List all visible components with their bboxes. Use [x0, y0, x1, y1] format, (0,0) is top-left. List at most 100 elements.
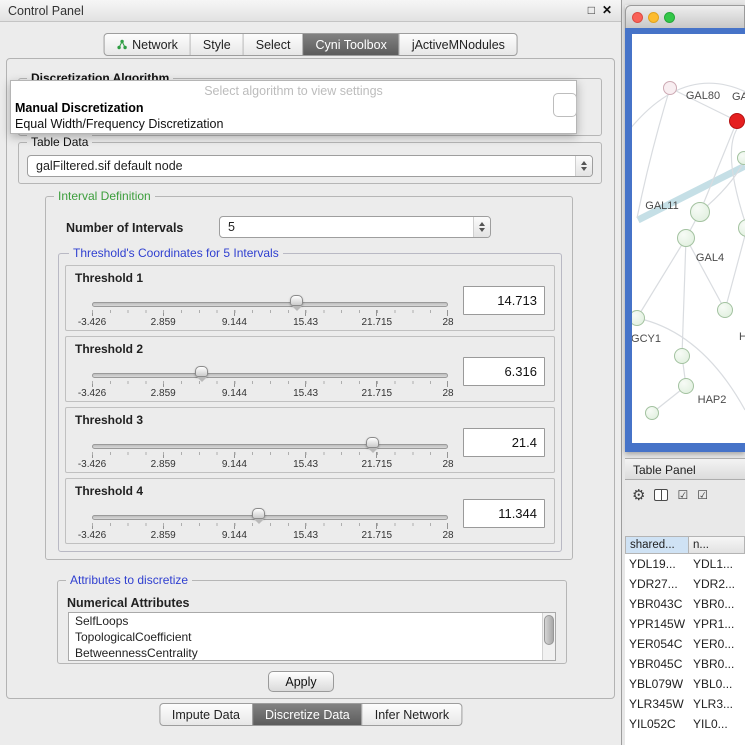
table-data-select[interactable]: galFiltered.sif default node — [27, 155, 593, 177]
tab-label: jActiveMNodules — [412, 38, 505, 52]
select-all-checkbox-icon[interactable]: ☑ — [677, 488, 688, 502]
column-header-shared-name[interactable]: shared... — [625, 536, 689, 554]
network-node[interactable] — [678, 378, 694, 394]
tab-network[interactable]: Network — [104, 34, 190, 55]
network-node[interactable] — [737, 151, 745, 165]
threshold-value-field[interactable] — [463, 357, 545, 386]
network-node[interactable] — [729, 113, 745, 129]
table-panel-title: Table Panel — [633, 463, 696, 477]
slider-scale-label: 21.715 — [362, 530, 393, 541]
threshold-2-panel: Threshold 2 -3.4262.8599.14415.4321.7152… — [65, 336, 555, 402]
threshold-value-field[interactable] — [463, 499, 545, 528]
tab-impute-data[interactable]: Impute Data — [160, 704, 252, 725]
threshold-4-slider[interactable]: -3.4262.8599.14415.4321.71528 — [92, 507, 448, 543]
threshold-1-slider[interactable]: -3.4262.8599.14415.4321.71528 — [92, 294, 448, 330]
list-scrollbar[interactable] — [542, 613, 555, 660]
threshold-3-slider[interactable]: -3.4262.8599.14415.4321.71528 — [92, 436, 448, 472]
table-row[interactable]: YDR27...YDR2... — [625, 574, 745, 594]
slider-track[interactable] — [92, 515, 448, 520]
column-header-name[interactable]: n... — [689, 536, 745, 554]
name-cell[interactable]: YBR0... — [689, 657, 738, 671]
settings-gear-icon[interactable]: ⚙ — [632, 486, 645, 504]
name-cell[interactable]: YIL0... — [689, 717, 732, 731]
table-panel-titlebar[interactable]: Table Panel — [625, 458, 745, 480]
name-cell[interactable]: YBL0... — [689, 677, 736, 691]
close-traffic-light-icon[interactable] — [632, 12, 643, 23]
attribute-item[interactable]: BetweennessCentrality — [69, 645, 555, 661]
numerical-attributes-list[interactable]: SelfLoopsTopologicalCoefficientBetweenne… — [68, 612, 556, 661]
algorithm-placeholder: Select algorithm to view settings — [11, 84, 576, 98]
slider-thumb[interactable] — [252, 508, 265, 519]
network-node-label: HAP2 — [698, 394, 727, 406]
shared-name-cell[interactable]: YIL052C — [625, 717, 689, 731]
attribute-item[interactable]: TopologicalCoefficient — [69, 629, 555, 645]
shared-name-cell[interactable]: YER054C — [625, 637, 689, 651]
slider-track[interactable] — [92, 302, 448, 307]
apply-button[interactable]: Apply — [268, 671, 334, 692]
shared-name-cell[interactable]: YLR345W — [625, 697, 689, 711]
threshold-value-field[interactable] — [463, 286, 545, 315]
algorithm-option-manual[interactable]: Manual Discretization — [15, 101, 144, 115]
zoom-traffic-light-icon[interactable] — [664, 12, 675, 23]
table-row[interactable]: YPR145WYPR1... — [625, 614, 745, 634]
name-cell[interactable]: YDR2... — [689, 577, 739, 591]
selected-interval-count: 5 — [220, 220, 473, 234]
slider-scale-label: -3.426 — [78, 388, 106, 399]
top-tabstrip: Network Style Select Cyni Toolbox jActiv… — [103, 33, 518, 56]
table-row[interactable]: YDL19...YDL1... — [625, 554, 745, 574]
shared-name-cell[interactable]: YDR27... — [625, 577, 689, 591]
network-node[interactable] — [677, 229, 695, 247]
tab-jactivemodules[interactable]: jActiveMNodules — [399, 34, 517, 55]
shared-name-cell[interactable]: YDL19... — [625, 557, 689, 571]
table-row[interactable]: YER054CYER0... — [625, 634, 745, 654]
tab-cyni-toolbox[interactable]: Cyni Toolbox — [302, 34, 398, 55]
network-node[interactable] — [674, 348, 690, 364]
name-cell[interactable]: YPR1... — [689, 617, 738, 631]
slider-thumb[interactable] — [195, 366, 208, 377]
tab-style[interactable]: Style — [190, 34, 243, 55]
name-cell[interactable]: YBR0... — [689, 597, 738, 611]
number-of-intervals-select[interactable]: 5 — [219, 216, 491, 238]
network-node[interactable] — [663, 81, 677, 95]
shared-name-cell[interactable]: YBL079W — [625, 677, 689, 691]
table-row[interactable]: YLR345WYLR3... — [625, 694, 745, 714]
slider-thumb[interactable] — [366, 437, 379, 448]
shared-name-cell[interactable]: YPR145W — [625, 617, 689, 631]
shared-name-cell[interactable]: YBR043C — [625, 597, 689, 611]
threshold-2-slider[interactable]: -3.4262.8599.14415.4321.71528 — [92, 365, 448, 401]
network-canvas[interactable]: GAL80GAGAL11GAL4GCY1HHAP2 — [632, 34, 745, 443]
close-window-icon[interactable]: ✕ — [602, 3, 612, 17]
threshold-value-field[interactable] — [463, 428, 545, 457]
slider-scale-label: 9.144 — [222, 388, 247, 399]
name-cell[interactable]: YER0... — [689, 637, 738, 651]
minimize-traffic-light-icon[interactable] — [648, 12, 659, 23]
table-row[interactable]: YIL052CYIL0... — [625, 714, 745, 734]
tab-label: Impute Data — [172, 708, 240, 722]
name-cell[interactable]: YLR3... — [689, 697, 737, 711]
tab-infer-network[interactable]: Infer Network — [362, 704, 461, 725]
algorithm-option-equal-width[interactable]: Equal Width/Frequency Discretization — [15, 117, 223, 131]
scrollbar-thumb[interactable] — [544, 615, 554, 645]
table-row[interactable]: YBR045CYBR0... — [625, 654, 745, 674]
name-cell[interactable]: YDL1... — [689, 557, 737, 571]
table-row[interactable]: YBR043CYBR0... — [625, 594, 745, 614]
selected-table: galFiltered.sif default node — [28, 159, 575, 173]
network-edge — [686, 238, 725, 310]
threshold-4-panel: Threshold 4 -3.4262.8599.14415.4321.7152… — [65, 478, 555, 544]
slider-track[interactable] — [92, 444, 448, 449]
shared-name-cell[interactable]: YBR045C — [625, 657, 689, 671]
select-column-checkbox-icon[interactable]: ☑ — [697, 488, 708, 502]
attribute-item[interactable]: SelfLoops — [69, 613, 555, 629]
float-window-icon[interactable]: □ — [588, 3, 595, 17]
table-row[interactable]: YBL079WYBL0... — [625, 674, 745, 694]
slider-scale-label: 21.715 — [362, 459, 393, 470]
network-window-titlebar[interactable] — [625, 5, 745, 28]
network-node[interactable] — [645, 406, 659, 420]
slider-track[interactable] — [92, 373, 448, 378]
network-node[interactable] — [717, 302, 733, 318]
column-selector-icon[interactable] — [654, 489, 668, 501]
tab-discretize-data[interactable]: Discretize Data — [252, 704, 362, 725]
tab-select[interactable]: Select — [243, 34, 303, 55]
slider-thumb[interactable] — [290, 295, 303, 306]
network-node[interactable] — [690, 202, 710, 222]
